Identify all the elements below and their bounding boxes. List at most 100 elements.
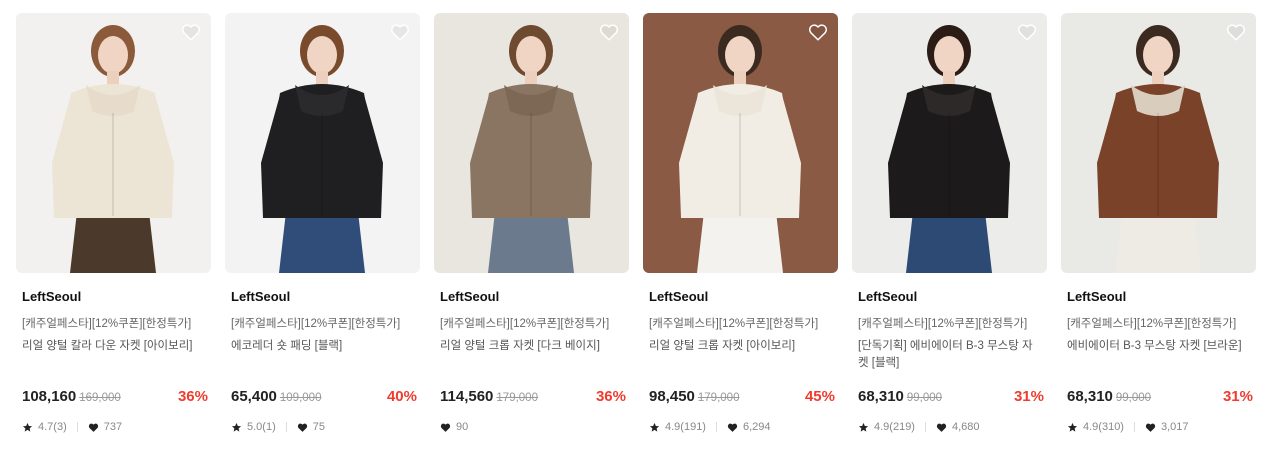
- like-count: 737: [103, 421, 123, 433]
- promo-tags: [캐주얼페스타][12%쿠폰][한정특가]: [1067, 318, 1237, 330]
- promo-tags: [캐주얼페스타][12%쿠폰][한정특가]: [231, 318, 401, 330]
- product-name[interactable]: 에비에이터 B-3 무스탕 자켓 [브라운]: [1067, 338, 1247, 355]
- sale-price: 65,400 109,000: [231, 388, 321, 405]
- product-name[interactable]: 리얼 양털 크롭 자켓 [다크 베이지]: [440, 338, 620, 355]
- rating: 4.9(310): [1083, 421, 1124, 433]
- brand-name[interactable]: LeftSeoul: [1067, 289, 1126, 304]
- sale-price: 114,560 179,000: [440, 388, 538, 405]
- discount-rate: 36%: [177, 388, 208, 405]
- star-icon: [858, 422, 869, 433]
- promo-tags: [캐주얼페스타][12%쿠폰][한정특가]: [649, 318, 819, 330]
- brand-name[interactable]: LeftSeoul: [649, 289, 708, 304]
- product-meta: 4.7(3) 737: [22, 421, 122, 433]
- promo-tags: [캐주얼페스타][12%쿠폰][한정특가]: [858, 318, 1028, 330]
- original-price: 169,000: [79, 392, 121, 404]
- product-image[interactable]: [643, 13, 838, 273]
- like-count: 3,017: [1160, 421, 1189, 433]
- heart-icon: [1145, 422, 1156, 433]
- product-image[interactable]: [16, 13, 211, 273]
- price-row: 68,310 99,000 31%: [1067, 388, 1253, 408]
- like-count: 90: [456, 421, 469, 433]
- product-image[interactable]: [852, 13, 1047, 273]
- heart-icon: [727, 422, 738, 433]
- promo-tags: [캐주얼페스타][12%쿠폰][한정특가]: [22, 318, 192, 330]
- sale-price-value: 108,160: [22, 388, 77, 405]
- product-meta: 5.0(1) 75: [231, 421, 325, 433]
- brand-name[interactable]: LeftSeoul: [858, 289, 917, 304]
- sale-price-value: 114,560: [440, 388, 494, 405]
- sale-price-value: 68,310: [1067, 388, 1113, 405]
- sale-price: 108,160 169,000: [22, 388, 121, 405]
- product-name[interactable]: 리얼 양털 크롭 자켓 [아이보리]: [649, 338, 829, 355]
- product-name[interactable]: [단독기획] 에비에이터 B-3 무스탕 자켓 [블랙]: [858, 338, 1038, 372]
- brand-name[interactable]: LeftSeoul: [22, 289, 81, 304]
- discount-rate: 45%: [804, 388, 835, 405]
- divider: [924, 422, 926, 432]
- sale-price: 98,450 179,000: [649, 388, 739, 405]
- product-grid: LeftSeoul [캐주얼페스타][12%쿠폰][한정특가] 리얼 양털 칼라…: [16, 13, 1256, 453]
- original-price: 179,000: [496, 392, 538, 404]
- wishlist-heart-icon[interactable]: [390, 23, 410, 41]
- brand-name[interactable]: LeftSeoul: [231, 289, 290, 304]
- product-card[interactable]: LeftSeoul [캐주얼페스타][12%쿠폰][한정특가] 리얼 양털 크롭…: [434, 13, 629, 453]
- product-image[interactable]: [434, 13, 629, 273]
- original-price: 109,000: [279, 392, 322, 404]
- star-icon: [1067, 422, 1078, 433]
- product-image[interactable]: [1061, 13, 1256, 273]
- wishlist-heart-icon[interactable]: [181, 23, 201, 41]
- product-meta: 90: [440, 421, 468, 433]
- rating: 4.9(219): [874, 421, 915, 433]
- heart-icon: [297, 422, 308, 433]
- heart-icon: [88, 422, 99, 433]
- discount-rate: 31%: [1222, 388, 1253, 405]
- product-card[interactable]: LeftSeoul [캐주얼페스타][12%쿠폰][한정특가] [단독기획] 에…: [852, 13, 1047, 453]
- divider: [285, 422, 287, 432]
- heart-icon: [440, 422, 451, 433]
- divider: [1133, 422, 1135, 432]
- wishlist-heart-icon[interactable]: [808, 23, 828, 41]
- wishlist-heart-icon[interactable]: [1226, 23, 1246, 41]
- sale-price-value: 98,450: [649, 388, 695, 405]
- like-count: 6,294: [742, 421, 771, 433]
- product-meta: 4.9(191) 6,294: [649, 421, 771, 433]
- divider: [715, 422, 717, 432]
- star-icon: [649, 422, 660, 433]
- star-icon: [22, 422, 33, 433]
- wishlist-heart-icon[interactable]: [1017, 23, 1037, 41]
- star-icon: [231, 422, 242, 433]
- price-row: 98,450 179,000 45%: [649, 388, 835, 408]
- product-name[interactable]: 리얼 양털 칼라 다운 자켓 [아이보리]: [22, 338, 202, 355]
- heart-icon: [936, 422, 947, 433]
- product-card[interactable]: LeftSeoul [캐주얼페스타][12%쿠폰][한정특가] 리얼 양털 칼라…: [16, 13, 211, 453]
- sale-price: 68,310 99,000: [1067, 388, 1151, 405]
- brand-name[interactable]: LeftSeoul: [440, 289, 499, 304]
- rating: 5.0(1): [247, 421, 276, 433]
- product-name[interactable]: 에코레더 숏 패딩 [블랙]: [231, 338, 411, 355]
- product-card[interactable]: LeftSeoul [캐주얼페스타][12%쿠폰][한정특가] 에비에이터 B-…: [1061, 13, 1256, 453]
- original-price: 179,000: [697, 392, 740, 404]
- original-price: 99,000: [906, 392, 943, 404]
- product-card[interactable]: LeftSeoul [캐주얼페스타][12%쿠폰][한정특가] 리얼 양털 크롭…: [643, 13, 838, 453]
- sale-price-value: 68,310: [858, 388, 904, 405]
- discount-rate: 31%: [1013, 388, 1044, 405]
- divider: [76, 422, 78, 432]
- product-meta: 4.9(219) 4,680: [858, 421, 980, 433]
- price-row: 68,310 99,000 31%: [858, 388, 1044, 408]
- sale-price: 68,310 99,000: [858, 388, 942, 405]
- price-row: 114,560 179,000 36%: [440, 388, 626, 408]
- wishlist-heart-icon[interactable]: [599, 23, 619, 41]
- product-image[interactable]: [225, 13, 420, 273]
- price-row: 65,400 109,000 40%: [231, 388, 417, 408]
- like-count: 4,680: [951, 421, 980, 433]
- rating: 4.9(191): [665, 421, 706, 433]
- discount-rate: 36%: [595, 388, 626, 405]
- promo-tags: [캐주얼페스타][12%쿠폰][한정특가]: [440, 318, 610, 330]
- rating: 4.7(3): [38, 421, 67, 433]
- product-card[interactable]: LeftSeoul [캐주얼페스타][12%쿠폰][한정특가] 에코레더 숏 패…: [225, 13, 420, 453]
- product-meta: 4.9(310) 3,017: [1067, 421, 1189, 433]
- like-count: 75: [312, 421, 325, 433]
- sale-price-value: 65,400: [231, 388, 277, 405]
- price-row: 108,160 169,000 36%: [22, 388, 208, 408]
- original-price: 99,000: [1115, 392, 1152, 404]
- discount-rate: 40%: [386, 388, 417, 405]
